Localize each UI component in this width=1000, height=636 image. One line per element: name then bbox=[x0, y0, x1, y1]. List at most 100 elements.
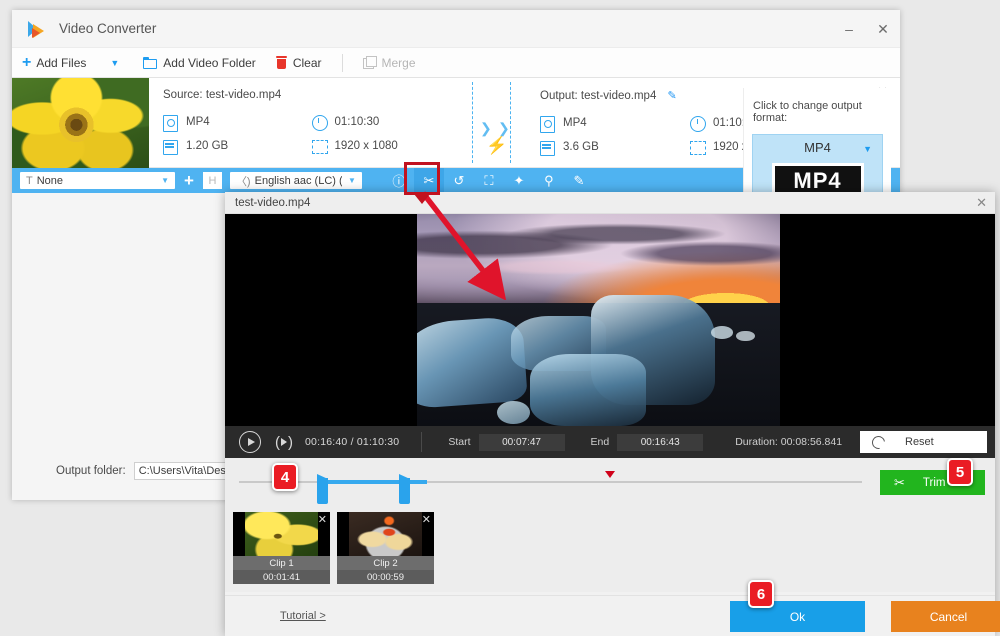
scissors-highlight-pointer bbox=[414, 194, 430, 204]
clip-name: Clip 2 bbox=[337, 556, 434, 570]
add-video-folder-label: Add Video Folder bbox=[163, 55, 256, 70]
convert-divider: ❯ ❯ ⚡ bbox=[460, 78, 526, 167]
iceberg-5 bbox=[496, 400, 530, 424]
rotate-icon[interactable]: ↺ bbox=[444, 168, 474, 193]
refresh-icon bbox=[869, 432, 888, 452]
trim-label: Trim bbox=[922, 476, 946, 489]
chevron-right-icon-2: ❯ bbox=[498, 120, 510, 136]
folder-icon bbox=[143, 56, 158, 69]
clear-button[interactable]: Clear bbox=[266, 48, 332, 78]
add-files-button[interactable]: + Add Files bbox=[12, 48, 96, 78]
subtitle-edit-icon[interactable]: ✎ bbox=[564, 168, 594, 193]
source-size: 1.20 GB bbox=[186, 140, 229, 152]
resolution-icon bbox=[690, 140, 706, 155]
format-thumb-text: MP4 bbox=[793, 168, 842, 193]
reset-button[interactable]: Reset bbox=[860, 431, 987, 453]
clouds-layer bbox=[417, 218, 780, 308]
resolution-icon bbox=[311, 139, 328, 154]
dialog-footer: Tutorial > Ok Cancel bbox=[225, 595, 1000, 636]
chevron-down-icon[interactable]: ▼ bbox=[863, 144, 872, 154]
dialog-close-button[interactable]: ✕ bbox=[976, 195, 987, 211]
dashed-line-left bbox=[472, 82, 473, 163]
edit-pencil-icon[interactable]: ✎ bbox=[668, 89, 677, 102]
minimize-button[interactable]: – bbox=[832, 10, 866, 48]
chevron-right-icon-1: ❯ bbox=[480, 120, 492, 136]
controls-divider bbox=[421, 432, 423, 452]
chevron-down-icon[interactable]: ▼ bbox=[155, 176, 175, 185]
tutorial-link[interactable]: Tutorial > bbox=[280, 610, 326, 622]
dialog-title: test-video.mp4 bbox=[235, 196, 311, 209]
plus-icon: + bbox=[22, 53, 32, 71]
file-thumbnail[interactable] bbox=[12, 78, 149, 168]
end-time-input[interactable]: 00:16:43 bbox=[617, 433, 704, 451]
clips-list: ✕ Clip 1 00:01:41 ✕ Clip 2 00:00:59 bbox=[225, 506, 995, 592]
bolt-icon: ⚡ bbox=[486, 136, 508, 155]
crop-icon[interactable]: ⛶ bbox=[474, 168, 504, 193]
source-duration-row: 01:10:30 bbox=[311, 110, 461, 134]
clip2-image bbox=[349, 512, 422, 556]
iceberg-4 bbox=[529, 353, 646, 426]
add-video-folder-button[interactable]: Add Video Folder bbox=[133, 48, 266, 78]
chevron-down-icon[interactable]: ▼ bbox=[342, 176, 362, 185]
source-filename: Source: test-video.mp4 bbox=[163, 89, 282, 101]
step-badge-4: 4 bbox=[272, 463, 298, 491]
add-files-label: Add Files bbox=[36, 55, 87, 70]
start-time-input[interactable]: 00:07:47 bbox=[478, 433, 565, 451]
current-time-display: 00:16:40 / 01:10:30 bbox=[305, 436, 399, 448]
clock-icon bbox=[311, 114, 328, 131]
playhead-marker[interactable] bbox=[605, 471, 615, 478]
reset-label: Reset bbox=[905, 436, 934, 448]
media-icon bbox=[163, 114, 178, 132]
source-resolution-row: 1920 x 1080 bbox=[311, 134, 461, 158]
effect-wand-icon[interactable]: ✦ bbox=[504, 168, 534, 193]
selected-range[interactable] bbox=[319, 480, 427, 484]
end-label: End bbox=[590, 436, 610, 448]
clip-duration: 00:00:59 bbox=[337, 570, 434, 584]
dashed-line-right bbox=[510, 82, 511, 163]
close-button[interactable]: ✕ bbox=[866, 10, 900, 48]
play-button[interactable] bbox=[239, 431, 261, 453]
add-track-button[interactable]: + bbox=[184, 172, 194, 189]
iceberg-6 bbox=[711, 326, 733, 340]
list-item[interactable]: ✕ Clip 1 00:01:41 bbox=[233, 512, 330, 584]
media-icon bbox=[540, 115, 555, 133]
sunflower-thumbnail-image bbox=[12, 78, 149, 168]
output-folder-label: Output folder: bbox=[56, 465, 126, 477]
add-files-dropdown-caret-icon[interactable]: ▼ bbox=[96, 58, 133, 68]
remove-clip-button[interactable]: ✕ bbox=[422, 513, 431, 526]
audio-value: English aac (LC) (mр bbox=[254, 174, 342, 187]
file-icon bbox=[163, 139, 178, 155]
speaker-icon: 〈) bbox=[235, 175, 251, 188]
app-title: Video Converter bbox=[59, 21, 157, 36]
timeline-track[interactable] bbox=[239, 480, 862, 484]
list-item[interactable]: ✕ Clip 2 00:00:59 bbox=[337, 512, 434, 584]
video-preview-area[interactable] bbox=[225, 214, 995, 426]
output-format: MP4 bbox=[563, 117, 587, 129]
source-format-row: MP4 bbox=[163, 110, 312, 134]
trim-handle-left[interactable] bbox=[317, 474, 328, 504]
hdr-toggle-button[interactable]: H bbox=[202, 172, 222, 189]
remove-clip-button[interactable]: ✕ bbox=[318, 513, 327, 526]
scissors-highlight-box bbox=[404, 162, 440, 195]
time-separator: / bbox=[350, 436, 354, 448]
video-frame-image bbox=[417, 214, 780, 426]
duration-label: Duration: bbox=[735, 436, 778, 448]
subtitle-select[interactable]: T None ▼ bbox=[20, 172, 175, 189]
output-filename: Output: test-video.mp4 bbox=[540, 90, 657, 102]
step-badge-6: 6 bbox=[748, 580, 774, 608]
trim-timeline-bar: ✂ Trim bbox=[225, 458, 995, 506]
trash-icon bbox=[275, 56, 287, 69]
source-info-panel: Source: test-video.mp4 MP4 1.20 GB 01:10… bbox=[149, 78, 460, 167]
subtitle-value: None bbox=[36, 174, 64, 187]
output-size-row: 3.6 GB bbox=[540, 135, 690, 159]
trim-handle-right[interactable] bbox=[399, 474, 410, 504]
merge-button[interactable]: Merge bbox=[353, 48, 426, 78]
audio-track-select[interactable]: 〈) English aac (LC) (mр ▼ bbox=[229, 172, 362, 189]
current-time: 00:16:40 bbox=[305, 436, 348, 448]
watermark-icon[interactable]: ⚲ bbox=[534, 168, 564, 193]
frame-step-button[interactable]: () bbox=[275, 435, 293, 450]
subtitle-icon: T bbox=[26, 174, 33, 187]
merge-label: Merge bbox=[381, 55, 416, 70]
cancel-button[interactable]: Cancel bbox=[891, 601, 1000, 632]
format-panel-label: Click to change output format: bbox=[753, 100, 862, 124]
